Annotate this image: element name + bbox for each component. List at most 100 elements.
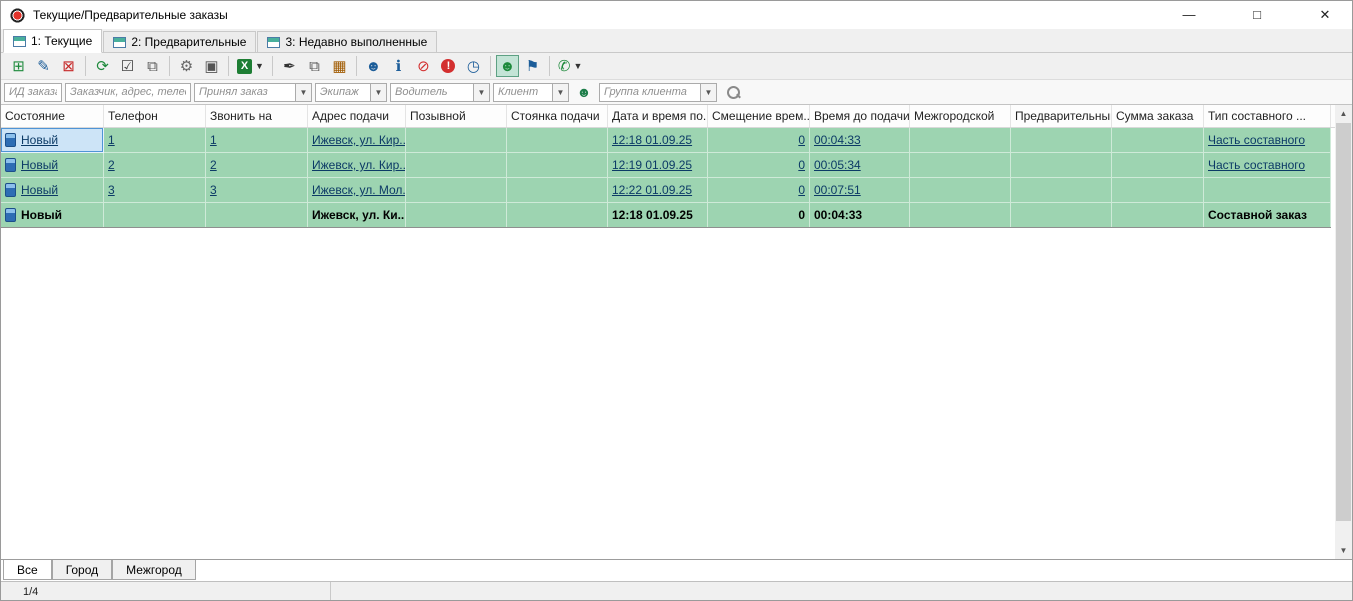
cell-composite-type[interactable]: Часть составного	[1204, 128, 1331, 153]
cell-composite-type[interactable]: Часть составного	[1204, 153, 1331, 178]
cell-time-to-pickup[interactable]: 00:04:33	[810, 203, 910, 227]
crew-input[interactable]	[316, 84, 370, 101]
vertical-scrollbar[interactable]: ▲ ▼	[1335, 105, 1352, 559]
cell-value[interactable]: 00:04:33	[814, 133, 861, 147]
phone-call-button[interactable]: ✆▼	[555, 55, 586, 77]
tab-preliminary[interactable]: 2: Предварительные	[103, 31, 256, 52]
cell-state[interactable]: Новый	[1, 128, 104, 153]
column-header-intercity[interactable]: Межгородской	[910, 105, 1011, 127]
cell-value[interactable]: 2	[108, 158, 115, 172]
cell-phone[interactable]: 2	[104, 153, 206, 178]
chevron-down-icon[interactable]: ▼	[700, 84, 716, 101]
compose-button[interactable]: ✒	[278, 55, 301, 77]
cell-value[interactable]: Часть составного	[1208, 133, 1305, 147]
client-input[interactable]	[494, 84, 552, 101]
cell-value[interactable]: Новый	[21, 133, 58, 147]
duplicate-button[interactable]: ⧉	[303, 55, 326, 77]
chevron-down-icon[interactable]: ▼	[370, 84, 386, 101]
edit-order-button[interactable]: ✎	[32, 55, 55, 77]
cell-value[interactable]: 0	[798, 133, 805, 147]
cell-time-offset[interactable]: 0	[708, 178, 810, 203]
column-header-call-to[interactable]: Звонить на	[206, 105, 308, 127]
cell-state[interactable]: Новый	[1, 203, 104, 227]
cell-time-offset[interactable]: 0	[708, 128, 810, 153]
cell-value[interactable]: 1	[210, 133, 217, 147]
properties-button[interactable]: ▣	[200, 55, 223, 77]
calendar-button[interactable]: ▦	[328, 55, 351, 77]
scroll-up-icon[interactable]: ▲	[1335, 105, 1352, 122]
scrollbar-thumb[interactable]	[1336, 123, 1351, 521]
customer-search-input[interactable]	[65, 83, 191, 102]
column-header-pickup-datetime[interactable]: Дата и время по...	[608, 105, 708, 127]
bottom-tab-city[interactable]: Город	[52, 560, 112, 580]
cell-time-offset[interactable]: 0	[708, 203, 810, 227]
column-header-callsign[interactable]: Позывной	[406, 105, 507, 127]
cell-value[interactable]: Ижевск, ул. Мол...	[312, 183, 406, 197]
cell-value[interactable]: 1	[108, 133, 115, 147]
order-info-button[interactable]: ℹ	[387, 55, 410, 77]
cell-pickup-datetime[interactable]: 12:18 01.09.25	[608, 128, 708, 153]
chevron-down-icon[interactable]: ▼	[552, 84, 568, 101]
map-button[interactable]: ⚑	[521, 55, 544, 77]
cell-time-to-pickup[interactable]: 00:04:33	[810, 128, 910, 153]
bottom-tab-intercity[interactable]: Межгород	[112, 560, 196, 580]
took-order-combo[interactable]: ▼	[194, 83, 312, 102]
table-row[interactable]: Новый Ижевск, ул. Ки... 12:18 01.09.25000:…	[1, 203, 1331, 228]
table-row[interactable]: Новый33Ижевск, ул. Мол...12:22 01.09.250…	[1, 178, 1331, 203]
maximize-button[interactable]: □	[1242, 1, 1272, 29]
crews-view-button[interactable]: ☻	[496, 55, 519, 77]
cell-pickup-address[interactable]: Ижевск, ул. Кир...	[308, 128, 406, 153]
column-header-time-offset[interactable]: Смещение врем...	[708, 105, 810, 127]
cell-pickup-datetime[interactable]: 12:19 01.09.25	[608, 153, 708, 178]
cell-value[interactable]: 0	[798, 158, 805, 172]
tab-current[interactable]: 1: Текущие	[3, 29, 102, 53]
cell-state[interactable]: Новый	[1, 153, 104, 178]
column-header-order-sum[interactable]: Сумма заказа	[1112, 105, 1204, 127]
alert-button[interactable]: !	[437, 55, 460, 77]
search-icon[interactable]	[726, 85, 741, 100]
cell-pickup-datetime[interactable]: 12:22 01.09.25	[608, 178, 708, 203]
cell-time-to-pickup[interactable]: 00:05:34	[810, 153, 910, 178]
copy-order-button[interactable]: ⧉	[141, 55, 164, 77]
timer-button[interactable]: ◷	[462, 55, 485, 77]
cell-value[interactable]: 0	[798, 183, 805, 197]
cell-pickup-address[interactable]: Ижевск, ул. Ки...	[308, 203, 406, 227]
chevron-down-icon[interactable]: ▼	[473, 84, 489, 101]
cell-time-to-pickup[interactable]: 00:07:51	[810, 178, 910, 203]
cell-composite-type[interactable]: Составной заказ	[1204, 203, 1331, 227]
cell-value[interactable]: Новый	[21, 158, 58, 172]
column-header-state[interactable]: Состояние	[1, 105, 104, 127]
crew-combo[interactable]: ▼	[315, 83, 387, 102]
cell-call-to[interactable]: 1	[206, 128, 308, 153]
close-button[interactable]: ✕	[1310, 1, 1340, 29]
cell-value[interactable]: Часть составного	[1208, 158, 1305, 172]
tools-button[interactable]: ⚙	[175, 55, 198, 77]
block-client-button[interactable]: ⊘	[412, 55, 435, 77]
cell-value[interactable]: Новый	[21, 183, 58, 197]
cell-pickup-datetime[interactable]: 12:18 01.09.25	[608, 203, 708, 227]
cell-state[interactable]: Новый	[1, 178, 104, 203]
chevron-down-icon[interactable]: ▼	[295, 84, 311, 101]
client-combo[interactable]: ▼	[493, 83, 569, 102]
cell-pickup-address[interactable]: Ижевск, ул. Мол...	[308, 178, 406, 203]
tab-recently-completed[interactable]: 3: Недавно выполненные	[257, 31, 437, 52]
cell-phone[interactable]: 3	[104, 178, 206, 203]
excel-export-button[interactable]: X▼	[234, 55, 267, 77]
column-header-pickup-address[interactable]: Адрес подачи	[308, 105, 406, 127]
table-row[interactable]: Новый 1 1 Ижевск, ул. Кир... 12:18 01.09.25 0…	[1, 128, 1331, 153]
minimize-button[interactable]: —	[1174, 1, 1204, 29]
scroll-down-icon[interactable]: ▼	[1335, 542, 1352, 559]
order-id-input[interactable]	[4, 83, 62, 102]
cell-value[interactable]: 00:07:51	[814, 183, 861, 197]
bottom-tab-all[interactable]: Все	[3, 560, 52, 580]
table-row[interactable]: Новый 2 2 Ижевск, ул. Кир... 12:19 01.09.25 0…	[1, 153, 1331, 178]
cell-pickup-address[interactable]: Ижевск, ул. Кир...	[308, 153, 406, 178]
cell-value[interactable]: 2	[210, 158, 217, 172]
cell-time-offset[interactable]: 0	[708, 153, 810, 178]
cell-call-to[interactable]: 2	[206, 153, 308, 178]
refresh-button[interactable]: ⟳	[91, 55, 114, 77]
delete-order-button[interactable]: ⊠	[57, 55, 80, 77]
client-card-button[interactable]: ☻	[362, 55, 385, 77]
took-order-input[interactable]	[195, 84, 295, 101]
cell-value[interactable]: Ижевск, ул. Кир...	[312, 158, 406, 172]
